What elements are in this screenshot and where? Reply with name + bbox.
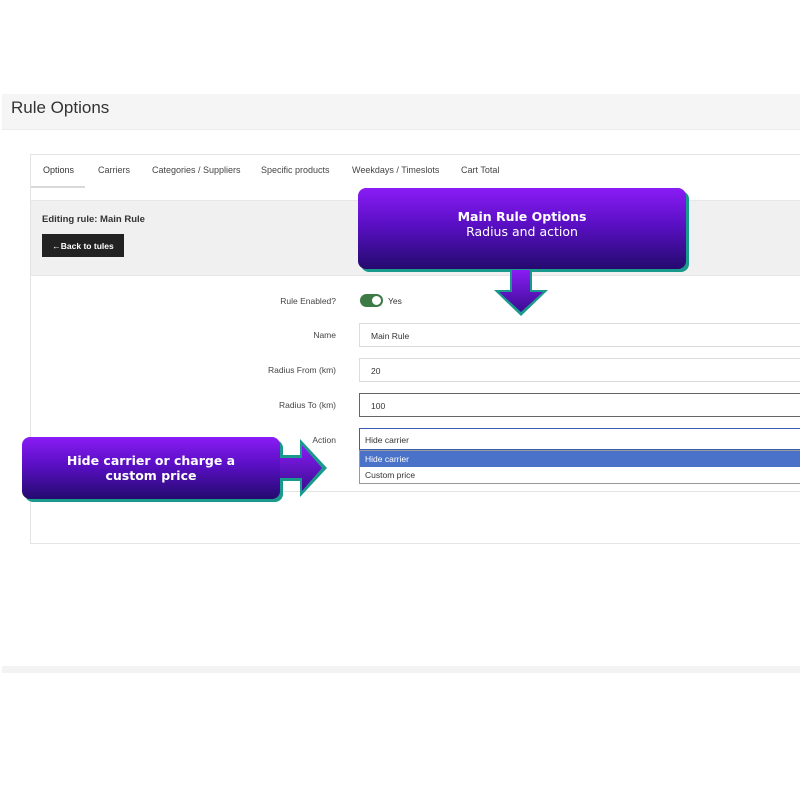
action-select[interactable]: Hide carrier <box>359 428 800 450</box>
toggle-switch-icon <box>372 296 381 305</box>
name-input[interactable]: Main Rule <box>359 323 800 347</box>
main-callout-title: Main Rule Options <box>457 209 587 224</box>
tab-bar: Options Carriers Categories / Suppliers … <box>31 155 800 188</box>
action-option-hide-carrier[interactable]: Hide carrier <box>360 451 800 467</box>
tab-carriers[interactable]: Carriers <box>98 165 130 175</box>
rule-enabled-value: Yes <box>388 296 402 306</box>
active-tab-indicator <box>31 186 85 188</box>
radius-to-label: Radius To (km) <box>279 400 336 410</box>
page-title: Rule Options <box>11 98 110 117</box>
arrow-down-icon <box>494 270 548 316</box>
arrow-right-icon <box>280 439 327 497</box>
action-option-custom-price[interactable]: Custom price <box>360 467 800 483</box>
rule-enabled-label: Rule Enabled? <box>280 296 336 306</box>
action-callout-line1: Hide carrier or charge a <box>66 453 236 468</box>
radius-to-input[interactable]: 100 <box>359 393 800 417</box>
main-rule-callout: Main Rule Options Radius and action <box>358 188 686 269</box>
title-bar: Rule Options <box>2 94 800 130</box>
main-callout-subtitle: Radius and action <box>466 224 578 239</box>
action-dropdown-list: Hide carrier Custom price <box>359 450 800 484</box>
tab-options[interactable]: Options <box>43 165 74 175</box>
tab-cart-total[interactable]: Cart Total <box>461 165 499 175</box>
editing-rule-title: Editing rule: Main Rule <box>42 214 145 225</box>
tab-specific-products[interactable]: Specific products <box>261 165 330 175</box>
action-callout: Hide carrier or charge a custom price <box>22 437 280 499</box>
tab-weekdays-timeslots[interactable]: Weekdays / Timeslots <box>352 165 439 175</box>
rule-enabled-toggle[interactable] <box>360 294 383 307</box>
footer-strip <box>2 666 800 673</box>
back-to-rules-button[interactable]: ←Back to tules <box>42 234 124 257</box>
action-callout-line2: custom price <box>105 468 197 483</box>
radius-from-label: Radius From (km) <box>267 365 336 375</box>
radius-from-input[interactable]: 20 <box>359 358 800 382</box>
name-label: Name <box>313 330 336 340</box>
tab-categories-suppliers[interactable]: Categories / Suppliers <box>152 165 241 175</box>
